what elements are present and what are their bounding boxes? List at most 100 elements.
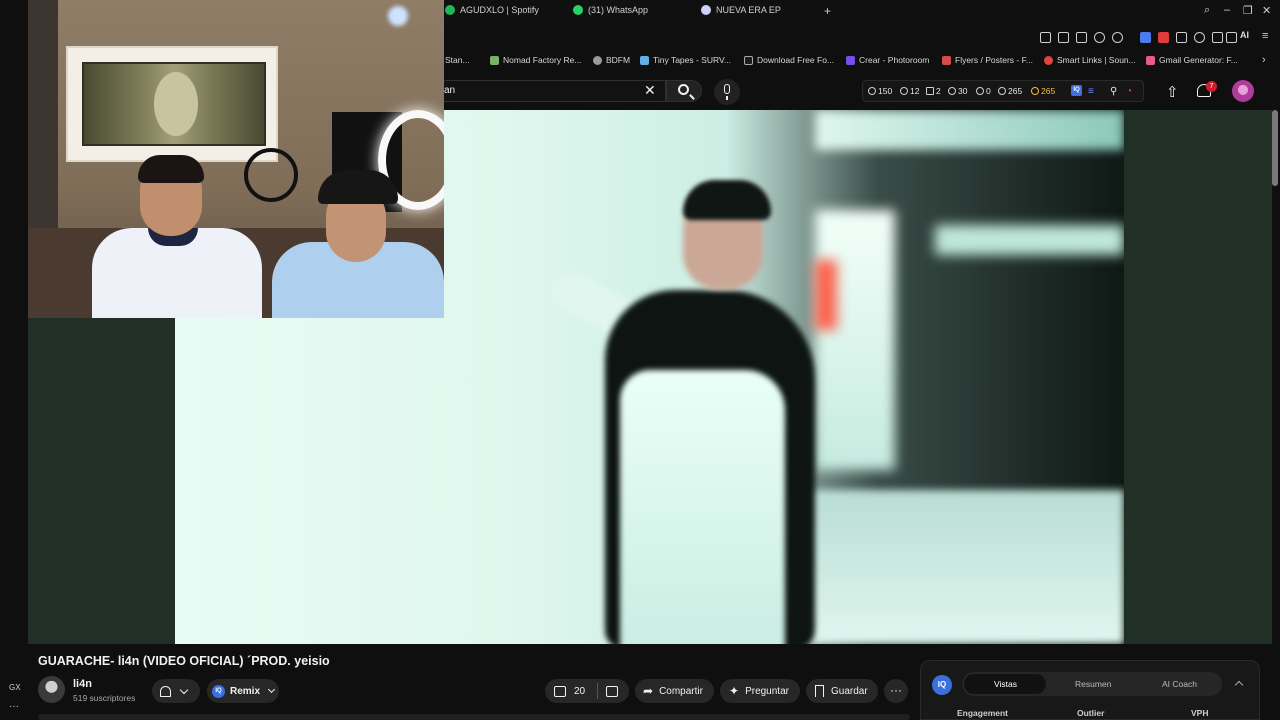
notification-count-badge: 7 [1206,81,1217,92]
bookmark-favicon-icon [490,55,499,65]
share-label: Compartir [659,685,703,697]
bookmark-favicon-icon [846,55,855,65]
share-button[interactable]: ➦ Compartir [635,679,714,703]
iq-extension-icon[interactable]: IQ [1071,85,1082,96]
video-scene-red-light [815,260,837,330]
tab-whatsapp[interactable]: (31) WhatsApp [573,5,648,15]
tab-nueva-era[interactable]: NUEVA ERA EP [701,5,781,15]
bookmarks-overflow-icon[interactable]: › [1262,54,1266,66]
clear-search-icon[interactable]: ✕ [644,82,656,99]
alert-icon[interactable]: ◔ [1126,86,1132,97]
stat-item: 30 [948,86,967,96]
save-label: Guardar [831,685,868,697]
webcam-person-right-cap [318,170,398,204]
bookmark-label: Nomad Factory Re... [503,55,582,65]
sidebar-more-button[interactable]: ··· [9,701,19,712]
restore-icon[interactable]: ❐ [1243,4,1253,17]
bookmark-label: Smart Links | Soun... [1057,55,1136,65]
heart-icon[interactable] [1112,32,1123,43]
remix-button[interactable]: IQ Remix [207,679,279,703]
search-tabs-icon[interactable]: ⌕ [1204,4,1210,17]
lamp-icon[interactable]: ⚲ [1110,86,1117,97]
ai-button[interactable]: AI [1240,30,1249,40]
voice-search-button[interactable] [714,79,740,105]
bill-portrait [154,72,198,136]
menu-icon[interactable]: ≡ [1262,30,1268,42]
new-tab-button[interactable]: + [824,4,831,18]
ask-label: Preguntar [745,685,789,697]
chevron-down-icon [179,685,189,694]
stat-item: 265 [998,86,1022,96]
microphone-icon [724,84,730,94]
ai-sparkle-icon[interactable] [1226,32,1237,43]
iq-tab-ai-coach[interactable]: AI Coach [1162,679,1197,689]
upload-icon[interactable]: ⇧ [1166,83,1179,101]
stat-value: 150 [878,86,893,96]
stat-item: 2 [926,86,941,96]
gx-sidebar-button[interactable]: GX [9,683,21,692]
bookmark-item[interactable]: BDFM [593,55,630,65]
close-window-icon[interactable]: ✕ [1262,4,1271,17]
sparkle-icon: ✦ [729,684,740,698]
timer-icon [976,87,984,95]
page-scrollbar[interactable] [1272,110,1278,186]
stat-value: 0 [986,86,991,96]
stat-value: 2 [936,86,941,96]
remix-label: Remix [230,685,261,697]
bookmark-label: Stan... [445,55,470,65]
bookmark-label: Flyers / Posters - F... [955,55,1033,65]
play-icon[interactable] [1094,32,1105,43]
list-icon[interactable]: ≡ [1088,86,1094,97]
more-actions-button[interactable]: ··· [884,679,908,703]
channel-avatar[interactable] [38,676,65,703]
video-person-jacket [620,370,785,644]
search-icon [678,84,689,95]
bookmark-label: Crear - Photoroom [859,55,930,65]
iq-tab-resumen[interactable]: Resumen [1075,679,1111,689]
extension-iq-icon[interactable] [1140,32,1151,43]
webcam-framed-bill [66,46,278,162]
webcam-person-left-hair [138,155,204,183]
webcam-ring-light-small [244,148,298,202]
stat-value: 265 [1008,86,1023,96]
save-button[interactable]: Guardar [806,679,878,703]
bookmark-item[interactable]: Flyers / Posters - F... [942,55,1033,65]
search-button[interactable] [666,80,702,102]
save-icon [815,685,824,697]
tab-spotify[interactable]: AGUDXLO | Spotify [445,5,539,15]
extension-red-icon[interactable] [1158,32,1169,43]
profile-icon[interactable] [1194,32,1205,43]
shield-icon[interactable] [1076,32,1087,43]
iq-tab-vistas[interactable]: Vistas [994,679,1017,689]
screenshot-icon[interactable] [1058,32,1069,43]
download-icon[interactable] [1212,32,1223,43]
bookmark-item[interactable]: Download Free Fo... [744,55,834,65]
description-box[interactable] [38,714,910,720]
bookmark-item[interactable]: Tiny Tapes - SURV... [640,55,731,65]
bookmark-item[interactable]: Stan... [445,55,470,65]
subscriber-count: 519 suscriptores [73,693,136,703]
bookmark-item[interactable]: Gmail Generator: F... [1146,55,1238,65]
like-count[interactable]: 20 [574,686,585,697]
puzzle-icon[interactable] [1176,32,1187,43]
webcam-light [388,6,408,26]
bookmark-favicon-icon [942,55,951,65]
bookmark-icon[interactable] [1040,32,1051,43]
video-scene-light [815,210,895,470]
ask-button[interactable]: ✦ Preguntar [720,679,800,703]
clock-icon [868,87,876,95]
channel-name[interactable]: li4n [73,678,92,690]
whatsapp-icon [573,5,583,15]
bookmark-item[interactable]: Crear - Photoroom [846,55,929,65]
search-input[interactable] [444,80,666,102]
stat-value: 265 [1041,86,1056,96]
bookmark-item[interactable]: Nomad Factory Re... [490,55,581,65]
account-avatar[interactable] [1232,80,1254,102]
subscription-bell-button[interactable] [152,679,200,703]
minimize-icon[interactable]: – [1224,4,1230,16]
thumbs-up-icon[interactable] [554,685,566,697]
bookmark-item[interactable]: Smart Links | Soun... [1044,55,1136,65]
stat-value: 30 [958,86,968,96]
thumbs-down-icon[interactable] [606,685,619,697]
bookmark-favicon-icon [1146,55,1155,65]
